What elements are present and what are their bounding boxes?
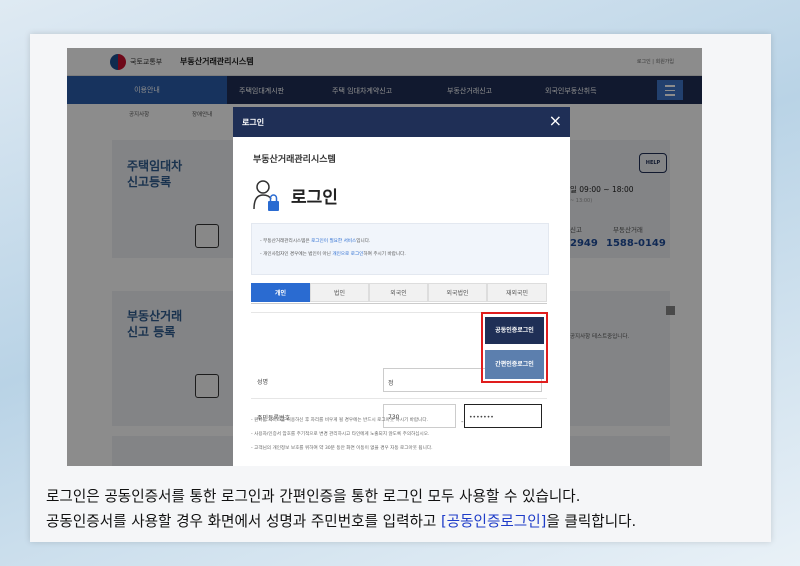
user-lock-icon <box>253 180 279 211</box>
tab-foreigner[interactable]: 외국인 <box>369 283 428 302</box>
login-modal: 로그인 × 부동산거래관리시스템 로그인 - 부동산거래관리시스템은 로그인이 … <box>233 107 570 466</box>
name-label: 성명 <box>257 379 269 386</box>
tab-individual[interactable]: 개인 <box>251 283 310 302</box>
login-heading: 로그인 <box>291 188 338 208</box>
divider <box>251 398 547 399</box>
login-notice: - 부동산거래관리시스템은 로그인이 필요한 서비스입니다. - 개인사업자인 … <box>251 223 549 275</box>
modal-title: 로그인 <box>242 118 265 127</box>
rrn-back-input[interactable]: ••••••• <box>464 404 542 428</box>
caption-line-2: 공동인증서를 사용할 경우 화면에서 성명과 주민번호를 입력하고 [공동인증로… <box>46 513 637 530</box>
tab-foreign-corporation[interactable]: 외국법인 <box>428 283 487 302</box>
certificate-login-button[interactable]: 공동인증로그인 <box>485 317 544 344</box>
footer-note-2: - 사용자/인증서 암호를 주기적으로 변경 관리하시고 타인에게 노출되지 않… <box>251 432 430 437</box>
modal-system-label: 부동산거래관리시스템 <box>253 155 336 165</box>
user-type-tabs: 개인 법인 외국인 외국법인 재외국민 <box>251 283 547 304</box>
browser-screenshot: 국토교통부 부동산거래관리시스템 로그인 | 회원가입 이용안내 주택임대계시판… <box>67 48 702 466</box>
tab-corporation[interactable]: 법인 <box>310 283 369 302</box>
caption-line-1: 로그인은 공동인증서를 통한 로그인과 간편인증을 통한 로그인 모두 사용할 … <box>46 488 581 505</box>
close-icon[interactable]: × <box>549 111 562 131</box>
tab-overseas-korean[interactable]: 재외국민 <box>487 283 547 302</box>
footer-note-1: - 원하는 서비스를 이용하신 후 자리를 비우게 될 경우에는 반드시 로그아… <box>251 418 429 423</box>
footer-note-3: - 고객님의 개인정보 보호를 위하여 약 30분 동안 화면 이동이 없을 경… <box>251 446 433 451</box>
modal-header: 로그인 × <box>233 107 570 137</box>
rrn-front-input[interactable]: 730 <box>383 404 456 428</box>
caption-button-reference: [공동인증로그인] <box>440 513 547 530</box>
simple-auth-login-button[interactable]: 간편인증로그인 <box>485 350 544 379</box>
